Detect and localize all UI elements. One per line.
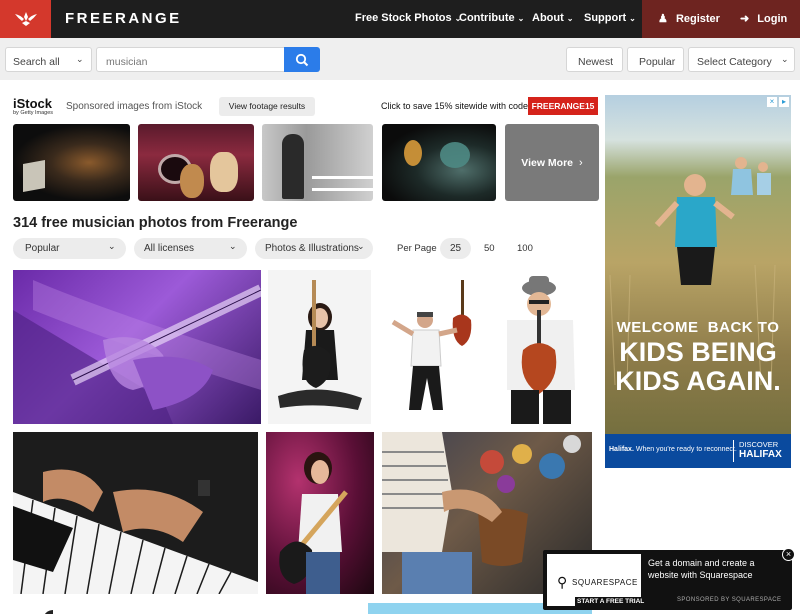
filter-type-value: Photos & Illustrations	[265, 243, 359, 254]
per-page-25-label: 25	[450, 243, 462, 254]
red-guitar-illustration	[507, 276, 575, 424]
singer-illustration	[279, 452, 348, 594]
ad-footer: Halifax. When you're ready to reconnect.…	[605, 434, 791, 468]
ad-tagline-text: When you're ready to reconnect.	[635, 446, 737, 453]
nav-free-stock-photos[interactable]: Free Stock Photos ⌄	[355, 12, 461, 24]
category-select[interactable]: Select Category ⌄	[688, 47, 795, 72]
ad-close-icon[interactable]: ×	[767, 97, 777, 107]
per-page-100[interactable]: 100	[517, 243, 533, 254]
photo-woman-singing[interactable]	[266, 432, 374, 594]
freerange-logo[interactable]	[0, 0, 51, 38]
nav-contribute[interactable]: Contribute ⌄	[459, 12, 524, 24]
chevron-down-icon: ⌄	[108, 241, 116, 251]
nav-support[interactable]: Support ⌄	[584, 12, 636, 24]
photo-piano-hands[interactable]	[13, 432, 258, 594]
sort-popular-label: Popular	[639, 56, 676, 68]
category-value: Select Category	[697, 56, 772, 68]
user-plus-icon: ♟	[658, 13, 668, 25]
squarespace-popup[interactable]: ⚲ SQUARESPACE START A FREE TRIAL Get a d…	[543, 550, 792, 610]
ad-headline-2: KIDS BEING	[619, 337, 777, 367]
chevron-down-icon: ⌄	[76, 54, 84, 64]
nav-about[interactable]: About ⌄	[532, 12, 573, 24]
ad-cta-line-1: DISCOVER	[739, 440, 779, 449]
squarespace-brand: SQUARESPACE	[572, 578, 638, 587]
search-scope-value: Search all	[13, 56, 60, 68]
per-page-25[interactable]: 25	[440, 238, 471, 259]
register-link[interactable]: ♟ Register	[658, 12, 720, 25]
search-toolbar: Search all ⌄ musician Newest Popular Sel…	[0, 38, 800, 80]
filter-sort-value: Popular	[25, 243, 60, 254]
sort-popular-button[interactable]: Popular	[627, 47, 684, 72]
top-nav-bar: FREERANGE Free Stock Photos ⌄ Contribute ⌄…	[0, 0, 800, 38]
ad-headline-1: WELCOME BACK TO	[616, 319, 780, 336]
ad-bank-name: Halifax.	[609, 446, 634, 453]
filter-license-value: All licenses	[144, 243, 195, 254]
chevron-down-icon: ⌄	[229, 241, 237, 251]
bird-logo-icon	[14, 12, 37, 26]
piano-illustration	[13, 469, 258, 594]
istock-thumb-1[interactable]	[13, 124, 130, 201]
photo-man-jumping-guitar[interactable]	[381, 270, 485, 424]
register-label: Register	[675, 13, 720, 25]
sign-in-icon: ➜	[740, 13, 750, 25]
per-page-50[interactable]: 50	[484, 243, 495, 254]
view-more-button[interactable]: View More ›	[505, 124, 599, 201]
chevron-down-icon: ⌄	[781, 54, 789, 64]
istock-thumb-4[interactable]	[382, 124, 496, 201]
auth-area: ♟ Register ➜ Login	[642, 0, 800, 38]
istock-logo-sub: by Getty Images	[13, 110, 54, 116]
login-link[interactable]: ➜ Login	[740, 12, 787, 25]
ad-divider	[733, 440, 734, 462]
squarespace-icon: ⚲	[557, 574, 568, 590]
photo-woman-bass[interactable]	[268, 270, 371, 424]
promo-code-badge[interactable]: FREERANGE15	[528, 97, 598, 115]
sort-newest-label: Newest	[578, 56, 614, 68]
promo-text: Click to save 15% sitewide with code	[381, 101, 529, 111]
istock-thumb-2[interactable]	[138, 124, 254, 201]
bottom-row-partial	[13, 602, 53, 614]
ad-choices-icon[interactable]: ▸	[779, 97, 789, 107]
brand-name[interactable]: FREERANGE	[65, 10, 182, 27]
sort-newest-button[interactable]: Newest	[566, 47, 623, 72]
start-trial-label[interactable]: START A FREE TRIAL	[575, 597, 647, 606]
istock-logo[interactable]: iStock by Getty Images	[13, 97, 53, 116]
ad-cta-line-2: HALIFAX	[739, 449, 782, 460]
per-page-label: Per Page	[397, 243, 437, 254]
search-input[interactable]: musician	[96, 47, 286, 72]
istock-thumb-3[interactable]	[262, 124, 373, 201]
search-button[interactable]	[284, 47, 320, 72]
login-label: Login	[757, 13, 788, 25]
istock-logo-text: iStock	[13, 96, 53, 111]
popup-sponsor: SPONSORED BY SQUARESPACE	[677, 597, 782, 603]
filter-sort-select[interactable]: Popular ⌄	[13, 238, 126, 259]
view-more-label: View More	[521, 156, 574, 169]
chevron-down-icon: ⌄	[357, 241, 365, 251]
filter-license-select[interactable]: All licenses ⌄	[134, 238, 247, 259]
chevron-right-icon: ›	[579, 156, 583, 169]
filter-type-select[interactable]: Photos & Illustrations ⌄	[255, 238, 373, 259]
halifax-ad[interactable]: ▸ × WELCOME BACK TO KIDS BEING KIDS AGAI…	[605, 95, 791, 468]
search-icon	[295, 53, 309, 66]
popup-text: Get a domain and create a website with S…	[648, 558, 755, 580]
search-scope-select[interactable]: Search all ⌄	[5, 47, 92, 72]
photo-man-red-guitar[interactable]	[493, 270, 589, 424]
search-query: musician	[106, 56, 148, 68]
page-title: 314 free musician photos from Freerange	[13, 215, 298, 231]
ad-tagline: Halifax. When you're ready to reconnect.	[609, 446, 737, 453]
woman-bass-illustration	[278, 280, 362, 410]
view-footage-button[interactable]: View footage results	[219, 97, 315, 116]
man-guitar-illustration	[391, 280, 472, 410]
ad-headline-3: KIDS AGAIN.	[615, 366, 781, 396]
photo-purple-guitar[interactable]	[13, 270, 261, 424]
guitar-illustration	[13, 280, 261, 424]
popup-close-icon[interactable]: ×	[782, 548, 795, 561]
sponsored-text: Sponsored images from iStock	[66, 101, 203, 112]
